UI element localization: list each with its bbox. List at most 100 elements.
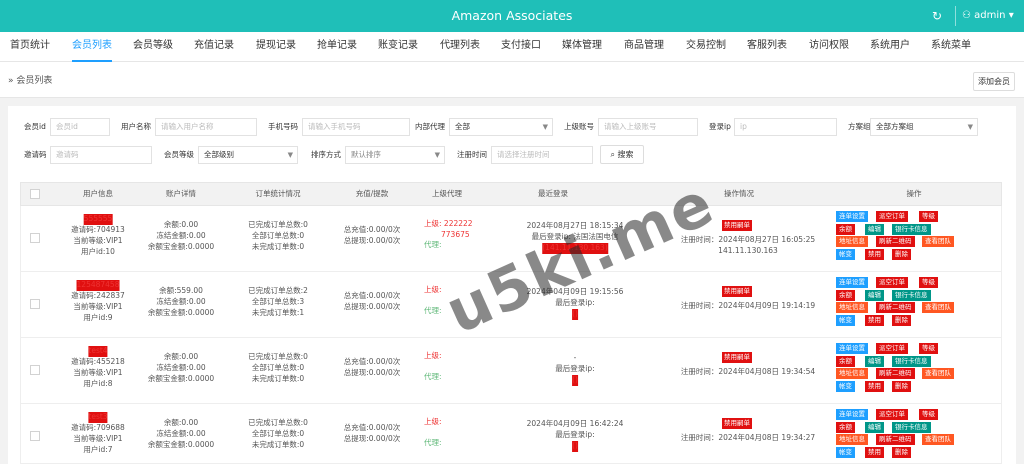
action-r4-0[interactable]: 帐变 xyxy=(836,380,855,392)
action-r1-0[interactable]: 连单设置 xyxy=(836,409,868,420)
row-checkbox[interactable] xyxy=(30,431,40,441)
parent-value-2[interactable] xyxy=(424,362,441,371)
action-r2-2[interactable]: 银行卡信息 xyxy=(892,223,931,235)
action-r2-2[interactable]: 银行卡信息 xyxy=(892,355,931,367)
login-ip-input[interactable]: ip xyxy=(734,118,837,136)
action-r2-0[interactable]: 余额 xyxy=(836,289,855,301)
action-r1-0[interactable]: 连单设置 xyxy=(836,211,868,222)
action-r4-0[interactable]: 帐变 xyxy=(836,248,855,260)
tab-3[interactable]: 充值记录 xyxy=(194,32,234,62)
parent-value[interactable]: 222222 xyxy=(444,219,473,228)
tab-10[interactable]: 商品管理 xyxy=(624,32,664,62)
add-member-button[interactable]: 添加会员 xyxy=(973,72,1015,91)
plan-group-select[interactable]: 全部方案组 ▼ xyxy=(870,118,978,136)
action-r2-0[interactable]: 余额 xyxy=(836,421,855,433)
tab-15[interactable]: 系统菜单 xyxy=(931,32,971,62)
action-r3-1[interactable]: 刷新二维码 xyxy=(876,302,915,313)
invite-code-input[interactable]: 邀请码 xyxy=(50,146,152,164)
phone-input[interactable]: 请输入手机号码 xyxy=(302,118,410,136)
ban-order-button[interactable]: 禁用嗣单 xyxy=(722,286,752,297)
username-input[interactable]: 请输入用户名称 xyxy=(155,118,257,136)
member-level-select[interactable]: 全部级别 ▼ xyxy=(198,146,298,164)
action-r4-2[interactable]: 删除 xyxy=(892,248,911,260)
action-r3-0[interactable]: 地址信息 xyxy=(836,302,868,313)
last-login-ip: () xyxy=(572,375,578,386)
internal-agent-select[interactable]: 全部 ▼ xyxy=(449,118,553,136)
action-r1-1[interactable]: 派空订单 xyxy=(876,211,908,222)
action-r1-2[interactable]: 等级 xyxy=(919,277,938,288)
row-checkbox[interactable] xyxy=(30,233,40,243)
refresh-icon[interactable]: ↻ xyxy=(926,0,948,32)
action-r1-0[interactable]: 连单设置 xyxy=(836,343,868,354)
action-r1-1[interactable]: 派空订单 xyxy=(876,409,908,420)
parent-value-2[interactable] xyxy=(424,428,441,437)
action-r3-2[interactable]: 查看团队 xyxy=(922,302,954,313)
action-r2-2[interactable]: 银行卡信息 xyxy=(892,421,931,433)
action-r2-1[interactable]: 编辑 xyxy=(865,355,884,367)
action-r4-2[interactable]: 删除 xyxy=(892,380,911,392)
yuebao-amount: 余额宝金额:0.0000 xyxy=(147,308,215,317)
tab-4[interactable]: 提现记录 xyxy=(256,32,296,62)
action-r3-2[interactable]: 查看团队 xyxy=(922,434,954,445)
user-menu[interactable]: ⚇ admin ▾ xyxy=(962,0,1014,32)
action-r4-1[interactable]: 禁用 xyxy=(865,314,884,326)
ban-order-button[interactable]: 禁用嗣单 xyxy=(722,220,752,231)
action-r2-1[interactable]: 编辑 xyxy=(865,223,884,235)
action-r3-1[interactable]: 刷新二维码 xyxy=(876,434,915,445)
action-r1-2[interactable]: 等级 xyxy=(919,211,938,222)
action-r3-0[interactable]: 地址信息 xyxy=(836,368,868,379)
tab-8[interactable]: 支付接口 xyxy=(501,32,541,62)
orders-undone: 未完成订单数:0 xyxy=(251,440,305,449)
tab-1[interactable]: 会员列表 xyxy=(72,32,112,62)
sort-select[interactable]: 默认排序 ▼ xyxy=(345,146,445,164)
th-account: 账户详情 xyxy=(166,189,196,198)
last-login-time: 2024年04月09日 19:15:56 xyxy=(526,287,624,296)
register-time: 注册时间：2024年04月08日 19:34:27 xyxy=(680,433,816,442)
tab-14[interactable]: 系统用户 xyxy=(870,32,910,62)
action-r3-2[interactable]: 查看团队 xyxy=(922,368,954,379)
parent-value-2[interactable]: 773675 xyxy=(424,230,470,239)
action-r3-0[interactable]: 地址信息 xyxy=(836,236,868,247)
select-all-checkbox[interactable] xyxy=(30,189,40,199)
tab-13[interactable]: 访问权限 xyxy=(809,32,849,62)
action-r3-1[interactable]: 刷新二维码 xyxy=(876,236,915,247)
tab-0[interactable]: 首页统计 xyxy=(10,32,50,62)
action-r4-1[interactable]: 禁用 xyxy=(865,380,884,392)
action-r1-0[interactable]: 连单设置 xyxy=(836,277,868,288)
action-r4-0[interactable]: 帐变 xyxy=(836,446,855,458)
ban-order-button[interactable]: 禁用嗣单 xyxy=(722,352,752,363)
tab-7[interactable]: 代理列表 xyxy=(440,32,480,62)
parent-value-2[interactable] xyxy=(424,296,441,305)
tab-2[interactable]: 会员等级 xyxy=(133,32,173,62)
tab-11[interactable]: 交易控制 xyxy=(686,32,726,62)
action-r4-1[interactable]: 禁用 xyxy=(865,446,884,458)
search-button[interactable]: ⌕ 搜索 xyxy=(600,145,644,164)
action-r3-2[interactable]: 查看团队 xyxy=(922,236,954,247)
row-checkbox[interactable] xyxy=(30,299,40,309)
tab-5[interactable]: 抢单记录 xyxy=(317,32,357,62)
action-r3-1[interactable]: 刷新二维码 xyxy=(876,368,915,379)
parent-account-input[interactable]: 请输入上级账号 xyxy=(598,118,698,136)
member-level: 当前等级:VIP1 xyxy=(73,434,123,443)
action-r2-0[interactable]: 余额 xyxy=(836,355,855,367)
action-r1-2[interactable]: 等级 xyxy=(919,343,938,354)
action-r4-2[interactable]: 删除 xyxy=(892,446,911,458)
action-r2-2[interactable]: 银行卡信息 xyxy=(892,289,931,301)
tab-9[interactable]: 媒体管理 xyxy=(562,32,602,62)
action-r1-2[interactable]: 等级 xyxy=(919,409,938,420)
action-r4-0[interactable]: 帐变 xyxy=(836,314,855,326)
action-r1-1[interactable]: 派空订单 xyxy=(876,277,908,288)
row-checkbox[interactable] xyxy=(30,365,40,375)
tab-6[interactable]: 账变记录 xyxy=(378,32,418,62)
reg-time-input[interactable]: 请选择注册时间 xyxy=(491,146,593,164)
member-id-input[interactable]: 会员id xyxy=(50,118,110,136)
action-r2-1[interactable]: 编辑 xyxy=(865,289,884,301)
action-r2-1[interactable]: 编辑 xyxy=(865,421,884,433)
action-r4-1[interactable]: 禁用 xyxy=(865,248,884,260)
action-r1-1[interactable]: 派空订单 xyxy=(876,343,908,354)
tab-12[interactable]: 客服列表 xyxy=(747,32,787,62)
action-r2-0[interactable]: 余额 xyxy=(836,223,855,235)
action-r4-2[interactable]: 删除 xyxy=(892,314,911,326)
action-r3-0[interactable]: 地址信息 xyxy=(836,434,868,445)
ban-order-button[interactable]: 禁用嗣单 xyxy=(722,418,752,429)
